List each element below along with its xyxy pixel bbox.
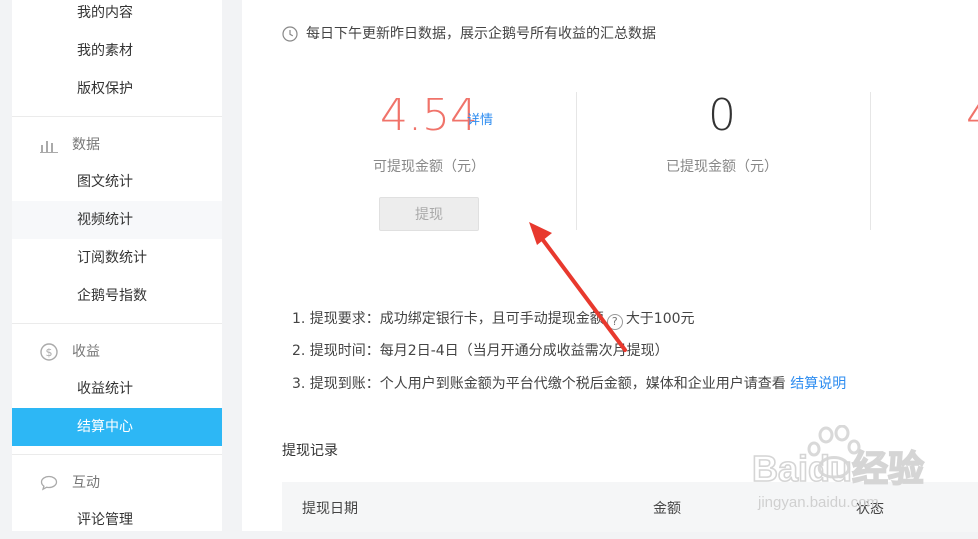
third-amount-stat: 4 xyxy=(966,88,978,144)
column-header-date: 提现日期 xyxy=(302,501,358,517)
sidebar-group-data[interactable]: 数据 xyxy=(12,126,222,164)
stat-divider xyxy=(870,92,871,230)
sidebar-item-comment-management[interactable]: 评论管理 xyxy=(12,501,222,539)
rule-text: 2. 提现时间：每月2日-4日（当月开通分成收益需次月提现） xyxy=(292,343,669,359)
details-link[interactable]: 详情 xyxy=(467,109,493,128)
sidebar-item-settlement-center[interactable]: 结算中心 xyxy=(12,408,222,446)
clock-icon xyxy=(282,26,298,42)
speech-bubble-icon xyxy=(40,475,58,491)
rule-text: 1. 提现要求：成功绑定银行卡，且可手动提现金额 xyxy=(292,311,604,327)
sidebar-group-interact[interactable]: 互动 xyxy=(12,464,222,502)
withdraw-rule-requirement: 1. 提现要求：成功绑定银行卡，且可手动提现金额? 大于100元 xyxy=(292,308,695,330)
withdraw-rule-time: 2. 提现时间：每月2日-4日（当月开通分成收益需次月提现） xyxy=(292,340,669,362)
sidebar-item-penguin-index[interactable]: 企鹅号指数 xyxy=(12,277,222,315)
third-amount-value: 4 xyxy=(966,88,978,144)
sidebar-group-label: 数据 xyxy=(72,137,100,153)
sidebar-item-subscriber-stats[interactable]: 订阅数统计 xyxy=(12,239,222,277)
sidebar-group-label: 收益 xyxy=(72,344,100,360)
withdraw-records-title: 提现记录 xyxy=(282,443,338,459)
sidebar-item-video-stats[interactable]: 视频统计 xyxy=(12,201,222,239)
stat-divider xyxy=(576,92,577,230)
rule-text: 大于100元 xyxy=(625,311,695,327)
dollar-circle-icon: $ xyxy=(40,343,58,361)
rule-text: 3. 提现到账：个人用户到账金额为平台代缴个税后金额，媒体和企业用户请查看 xyxy=(292,376,786,392)
sidebar-group-label: 互动 xyxy=(72,475,100,491)
sidebar-item-my-materials[interactable]: 我的素材 xyxy=(12,32,222,70)
withdrawn-amount-label: 已提现金额（元） xyxy=(666,159,778,175)
settlement-info-link[interactable]: 结算说明 xyxy=(790,376,846,392)
svg-text:$: $ xyxy=(46,346,53,359)
sidebar-divider xyxy=(12,454,222,455)
notice-text: 每日下午更新昨日数据，展示企鹅号所有收益的汇总数据 xyxy=(306,26,656,42)
sidebar-divider xyxy=(12,116,222,117)
withdrawn-amount-stat: 0 已提现金额（元） xyxy=(642,88,802,176)
column-header-status: 状态 xyxy=(856,501,884,517)
bar-chart-icon xyxy=(40,141,58,153)
withdrawable-amount-label: 可提现金额（元） xyxy=(373,159,485,175)
withdrawable-amount-stat: 4.54 可提现金额（元） xyxy=(359,88,499,176)
sidebar-item-income-stats[interactable]: 收益统计 xyxy=(12,370,222,408)
sidebar-item-article-stats[interactable]: 图文统计 xyxy=(12,163,222,201)
withdraw-button[interactable]: 提现 xyxy=(379,197,479,231)
sidebar: 我的内容 我的素材 版权保护 数据 图文统计 视频统计 订阅数统计 企鹅号指数 … xyxy=(12,0,222,531)
withdraw-rule-arrival: 3. 提现到账：个人用户到账金额为平台代缴个税后金额，媒体和企业用户请查看 结算… xyxy=(292,373,846,395)
withdraw-records-table-header: 提现日期 金额 状态 xyxy=(282,482,978,532)
help-icon[interactable]: ? xyxy=(606,314,623,330)
sidebar-divider xyxy=(12,323,222,324)
sidebar-group-income[interactable]: $ 收益 xyxy=(12,333,222,371)
main-panel: 每日下午更新昨日数据，展示企鹅号所有收益的汇总数据 4.54 可提现金额（元） … xyxy=(242,0,978,532)
withdrawn-amount-value: 0 xyxy=(708,90,736,141)
column-header-amount: 金额 xyxy=(653,501,681,517)
sidebar-item-copyright[interactable]: 版权保护 xyxy=(12,70,222,108)
sidebar-item-my-content[interactable]: 我的内容 xyxy=(12,0,222,32)
update-notice: 每日下午更新昨日数据，展示企鹅号所有收益的汇总数据 xyxy=(282,24,656,44)
